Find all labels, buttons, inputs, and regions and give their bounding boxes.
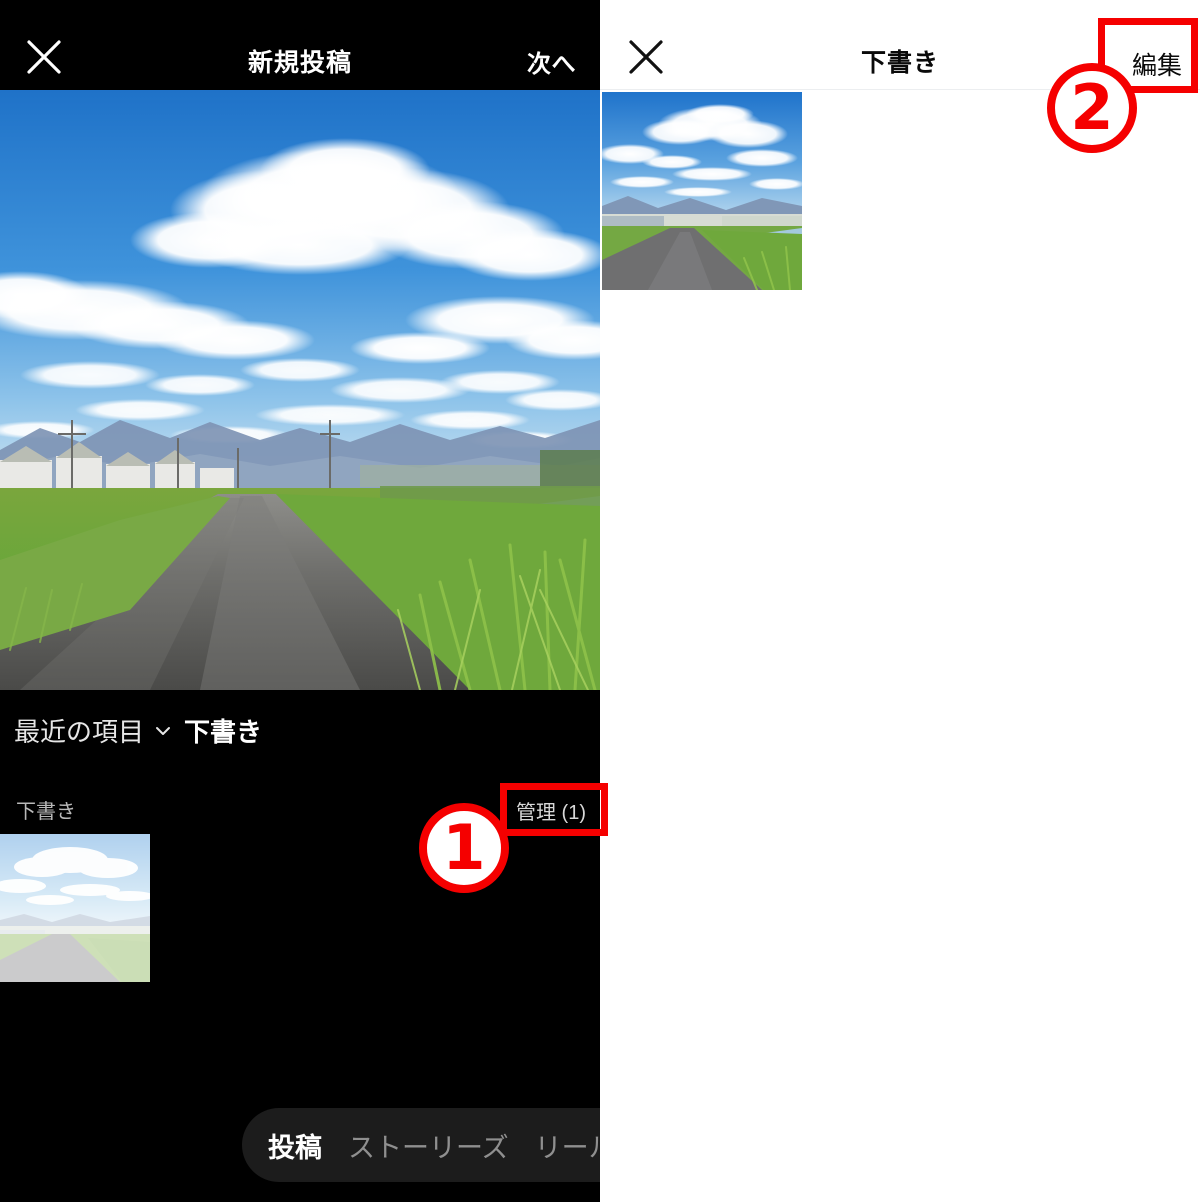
drafts-navbar: 下書き 編集 [600, 0, 1200, 90]
next-button[interactable]: 次へ [527, 44, 576, 79]
mode-tab-reels[interactable]: リール [535, 1126, 600, 1165]
page-title: 新規投稿 [247, 49, 352, 77]
draft-list-item[interactable] [602, 92, 802, 290]
drafts-section-label: 下書き [16, 801, 76, 823]
drafts-screen: 下書き 編集 [600, 0, 1200, 1202]
mode-tab-post[interactable]: 投稿 [268, 1126, 322, 1165]
album-selector-label: 最近の項目 [14, 717, 145, 747]
capture-mode-tabs: 投稿 ストーリーズ リール ラ [242, 1108, 600, 1182]
draft-thumbnail[interactable] [0, 834, 150, 982]
page-title: 下書き [860, 49, 939, 77]
gallery-control-bar: 最近の項目 下書き [0, 690, 600, 782]
screenshot-root: 新規投稿 次へ 最近の項目 下書き 下書き 管理 (1) 投稿 ストーリーズ リ… [0, 0, 1200, 1202]
chevron-down-icon [154, 722, 172, 740]
mode-tab-stories[interactable]: ストーリーズ [348, 1126, 509, 1165]
manage-drafts-link[interactable]: 管理 (1) [516, 796, 586, 825]
new-post-screen: 新規投稿 次へ 最近の項目 下書き 下書き 管理 (1) 投稿 ストーリーズ リ… [0, 0, 600, 1202]
photo-preview[interactable] [0, 90, 600, 690]
new-post-navbar: 新規投稿 次へ [0, 0, 600, 90]
edit-button[interactable]: 編集 [1124, 42, 1190, 86]
album-selector[interactable]: 最近の項目 [14, 712, 172, 749]
drafts-tab[interactable]: 下書き [184, 712, 262, 749]
